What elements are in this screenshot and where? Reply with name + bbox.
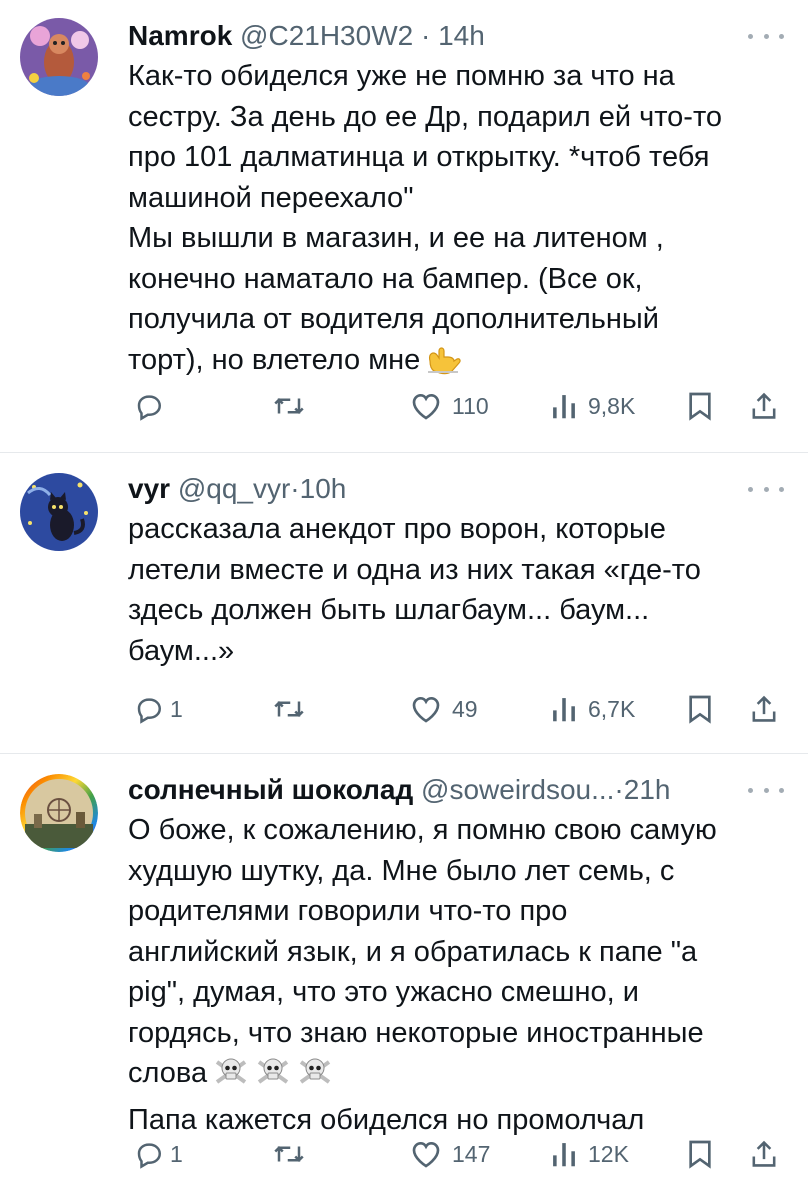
display-name[interactable]: Namrok [128,20,232,51]
separator: · [420,20,431,51]
more-icon[interactable] [748,475,784,503]
skull-and-crossbones-emoji [211,1054,335,1100]
tweet-header: vyr @qq_vyr·10h [128,469,728,509]
bookmark-button[interactable] [688,386,712,426]
share-button[interactable] [750,689,778,729]
like-count: 147 [452,1140,491,1167]
tweet-body: О боже, к сожалению, я помню свою самую … [128,814,717,1089]
like-count: 49 [452,695,478,722]
display-name[interactable]: солнечный шоколад [128,774,413,805]
timestamp[interactable]: 10h [300,473,347,504]
action-bar: 110 9,8K [0,386,808,426]
reply-button[interactable] [134,386,174,426]
bookmark-icon [689,695,711,724]
bookmark-button[interactable] [688,689,712,729]
call-me-hand-emoji [424,341,462,387]
more-icon[interactable] [748,776,784,804]
retweet-icon [274,1145,304,1163]
action-bar: 1 49 6,7K [0,689,808,729]
more-icon[interactable] [748,22,784,50]
reply-icon [137,1143,162,1169]
reply-icon [137,698,162,724]
user-handle[interactable]: @C21H30W2 [240,20,413,51]
tweet-body: Как-то обиделся уже не помню за что на с… [128,60,723,376]
tweet-header: солнечный шоколад @soweirdsou...·21h [128,770,728,810]
heart-icon [412,1141,440,1168]
retweet-button[interactable] [272,689,316,729]
tweet-body-end: Папа кажется обиделся но промолчал [128,1103,645,1136]
share-icon [752,392,776,419]
views-button[interactable]: 6,7K [550,689,635,729]
views-icon [553,698,575,722]
bookmark-icon [689,1140,711,1169]
separator: · [290,473,300,504]
timestamp[interactable]: 14h [438,20,485,51]
views-button[interactable]: 9,8K [550,386,635,426]
reply-icon [137,395,162,421]
bookmark-button[interactable] [688,1134,712,1174]
timestamp[interactable]: 21h [624,774,671,805]
display-name[interactable]: vyr [128,473,170,504]
reply-button[interactable]: 1 [134,1134,183,1174]
user-handle[interactable]: @soweirdsou... [421,774,614,805]
tweet-text: Как-то обиделся уже не помню за что на с… [128,56,786,386]
user-handle[interactable]: @qq_vyr [178,473,290,504]
avatar[interactable] [20,18,98,96]
view-count: 12K [588,1140,629,1167]
reply-button[interactable]: 1 [134,689,183,729]
view-count: 9,8K [588,392,636,419]
like-button[interactable]: 49 [410,689,478,729]
bookmark-icon [689,392,711,421]
tweet-vyr[interactable]: vyr @qq_vyr·10h рассказала анекдот про в… [0,453,808,754]
share-button[interactable] [750,386,778,426]
avatar[interactable] [20,774,98,852]
retweet-icon [274,397,304,415]
views-icon [553,1143,575,1167]
views-button[interactable]: 12K [550,1134,629,1174]
like-button[interactable]: 110 [410,386,489,426]
retweet-button[interactable] [272,386,316,426]
heart-icon [412,696,440,723]
tweet-text: О боже, к сожалению, я помню свою самую … [128,810,786,1140]
share-icon [752,695,776,722]
reply-count: 1 [170,1140,183,1167]
avatar[interactable] [20,473,98,551]
like-button[interactable]: 147 [410,1134,490,1174]
tweet-header: Namrok @C21H30W2 · 14h [128,16,728,56]
view-count: 6,7K [588,695,636,722]
tweet-solnechny-shokolad[interactable]: солнечный шоколад @soweirdsou...·21h О б… [0,754,808,1202]
reply-count: 1 [170,695,183,722]
heart-icon [412,393,440,420]
share-button[interactable] [750,1134,778,1174]
separator: · [614,774,624,805]
like-count: 110 [452,392,489,419]
action-bar: 1 147 12K [0,1134,808,1174]
views-icon [553,395,575,419]
tweet-text: рассказала анекдот про ворон, которые ле… [128,513,701,667]
share-icon [752,1140,776,1167]
tweet-namrok[interactable]: Namrok @C21H30W2 · 14h Как-то обиделся у… [0,0,808,453]
retweet-icon [274,700,304,718]
retweet-button[interactable] [272,1134,316,1174]
